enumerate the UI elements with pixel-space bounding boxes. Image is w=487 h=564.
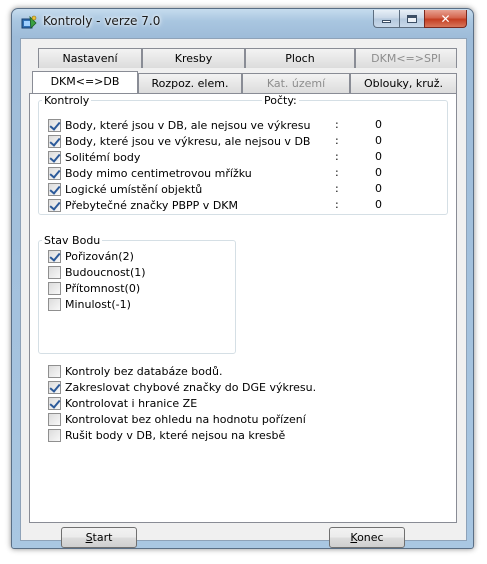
count-value: 0 (375, 182, 382, 195)
option-item[interactable]: Zakreslovat chybové značky do DGE výkres… (48, 380, 316, 394)
checkbox-label: Kontrolovat bez ohledu na hodnotu poříze… (65, 412, 306, 426)
option-item[interactable]: Kontroly bez databáze bodů. (48, 364, 222, 378)
minimize-button[interactable] (373, 10, 399, 28)
count-separator: : (335, 134, 339, 147)
count-separator: : (335, 182, 339, 195)
count-value: 0 (375, 118, 382, 131)
checkbox-checked[interactable] (48, 380, 61, 394)
kontrola-item[interactable]: Přebytečné značky PBPP v DKM (48, 198, 238, 212)
count-separator: : (335, 166, 339, 179)
option-item[interactable]: Rušit body v DB, které nejsou na kresbě (48, 428, 285, 442)
stav-bodu-item[interactable]: Pořizován(2) (48, 249, 134, 263)
checkbox-label: Kontroly bez databáze bodů. (65, 364, 223, 378)
close-icon: ✕ (440, 11, 451, 26)
app-window: Kontroly - verze 7.0 ✕ Nastavení Kresby … (11, 8, 474, 549)
checkbox-checked[interactable] (48, 118, 61, 132)
kontroly-group-label: Kontroly (42, 94, 92, 107)
minimize-icon (382, 20, 391, 23)
checkbox-unchecked[interactable] (48, 297, 61, 311)
checkbox-checked[interactable] (48, 198, 61, 212)
tab-panel-dkm-db: Kontroly Počty: Body, které jsou v DB, a… (29, 93, 457, 523)
checkbox-checked[interactable] (48, 166, 61, 180)
tab-dkm-spi[interactable]: DKM<=>SPI (355, 48, 457, 68)
checkbox-checked[interactable] (48, 249, 61, 263)
count-separator: : (335, 150, 339, 163)
checkbox-unchecked[interactable] (48, 281, 61, 295)
tab-ploch[interactable]: Ploch (245, 48, 355, 68)
checkbox-checked[interactable] (48, 396, 61, 410)
kontrola-item[interactable]: Body mimo centimetrovou mřížku (48, 166, 252, 180)
counts-label: Počty: (262, 94, 299, 107)
checkbox-label: Minulost(-1) (65, 297, 131, 311)
checkbox-unchecked[interactable] (48, 428, 61, 442)
app-icon (21, 15, 37, 29)
count-value: 0 (375, 134, 382, 147)
option-item[interactable]: Kontrolovat i hranice ZE (48, 396, 197, 410)
title-bar[interactable]: Kontroly - verze 7.0 ✕ (12, 9, 473, 35)
checkbox-label: Body, které jsou v DB, ale nejsou ve výk… (65, 118, 311, 132)
stav-bodu-item[interactable]: Minulost(-1) (48, 297, 131, 311)
tab-dkm-db[interactable]: DKM<=>DB (32, 71, 138, 93)
tab-nastaveni[interactable]: Nastavení (38, 48, 142, 68)
checkbox-label: Kontrolovat i hranice ZE (65, 396, 198, 410)
kontrola-item[interactable]: Body, které jsou v DB, ale nejsou ve výk… (48, 118, 310, 132)
checkbox-label: Pořizován(2) (65, 249, 134, 263)
count-value: 0 (375, 166, 382, 179)
window-controls: ✕ (373, 10, 467, 28)
start-button[interactable]: Start (61, 527, 137, 548)
tab-kat-uzemi[interactable]: Kat. území (242, 73, 350, 93)
maximize-icon (407, 14, 417, 23)
window-title: Kontroly - verze 7.0 (43, 14, 161, 28)
checkbox-unchecked[interactable] (48, 412, 61, 426)
kontrola-item[interactable]: Logické umístění objektů (48, 182, 202, 196)
tab-rozpoz-elem[interactable]: Rozpoz. elem. (138, 73, 242, 93)
checkbox-label: Body, které jsou ve výkresu, ale nejsou … (65, 134, 311, 148)
checkbox-label: Logické umístění objektů (65, 182, 203, 196)
stav-bodu-group-label: Stav Bodu (42, 234, 103, 247)
count-value: 0 (375, 198, 382, 211)
stav-bodu-item[interactable]: Přítomnost(0) (48, 281, 140, 295)
option-item[interactable]: Kontrolovat bez ohledu na hodnotu poříze… (48, 412, 306, 426)
checkbox-unchecked[interactable] (48, 265, 61, 279)
checkbox-label: Zakreslovat chybové značky do DGE výkres… (65, 380, 317, 394)
stav-bodu-item[interactable]: Budoucnost(1) (48, 265, 146, 279)
count-separator: : (335, 198, 339, 211)
checkbox-label: Budoucnost(1) (65, 265, 146, 279)
tab-kresby[interactable]: Kresby (142, 48, 245, 68)
kontrola-item[interactable]: Solitémí body (48, 150, 140, 164)
checkbox-label: Solitémí body (65, 150, 141, 164)
count-separator: : (335, 118, 339, 131)
checkbox-label: Rušit body v DB, které nejsou na kresbě (65, 428, 286, 442)
dialog-client: Nastavení Kresby Ploch DKM<=>SPI DKM<=>D… (20, 38, 467, 548)
tab-oblouky-kruz[interactable]: Oblouky, kruž. (350, 73, 457, 93)
checkbox-checked[interactable] (48, 134, 61, 148)
checkbox-label: Přebytečné značky PBPP v DKM (65, 198, 238, 212)
checkbox-unchecked[interactable] (48, 364, 61, 378)
checkbox-label: Přítomnost(0) (65, 281, 141, 295)
count-value: 0 (375, 150, 382, 163)
checkbox-checked[interactable] (48, 150, 61, 164)
checkbox-label: Body mimo centimetrovou mřížku (65, 166, 252, 180)
konec-button[interactable]: Konec (329, 527, 405, 548)
close-button[interactable]: ✕ (424, 10, 467, 28)
kontrola-item[interactable]: Body, které jsou ve výkresu, ale nejsou … (48, 134, 310, 148)
checkbox-checked[interactable] (48, 182, 61, 196)
maximize-button[interactable] (399, 10, 424, 28)
